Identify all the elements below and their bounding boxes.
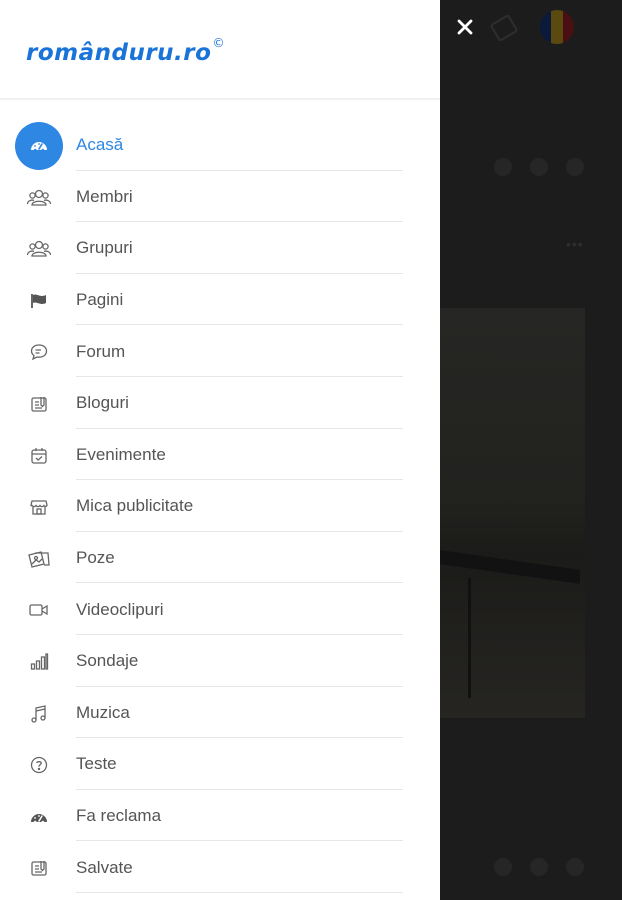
menu-item-forum[interactable]: Forum (0, 325, 440, 377)
video-icon (15, 586, 63, 634)
menu-item-mica-publicitate[interactable]: Mica publicitate (0, 480, 440, 532)
menu-item-label-wrap: Membri (76, 171, 403, 223)
calendar-icon (15, 432, 63, 480)
users-icon (15, 174, 63, 222)
main-menu: Acasă Membri Grupuri Pagini Forum Blogur… (0, 119, 440, 893)
menu-item-sondaje[interactable]: Sondaje (0, 635, 440, 687)
site-logo[interactable]: românduru.ro© (26, 36, 225, 66)
menu-item-label-wrap: Evenimente (76, 429, 403, 481)
menu-item-label-wrap: Mica publicitate (76, 480, 403, 532)
menu-item-label: Bloguri (76, 393, 129, 413)
groups-icon (15, 225, 63, 273)
ads-icon (15, 793, 63, 841)
side-drawer: românduru.ro© Acasă Membri Grupuri Pagin… (0, 0, 440, 900)
menu-item-label-wrap: Forum (76, 325, 403, 377)
menu-item-membri[interactable]: Membri (0, 171, 440, 223)
menu-item-label: Fa reclama (76, 806, 162, 826)
menu-item-label-wrap: Grupuri (76, 222, 403, 274)
menu-item-label: Membri (76, 186, 133, 206)
menu-item-poze[interactable]: Poze (0, 532, 440, 584)
more-icon: ••• (566, 236, 584, 252)
menu-item-label: Grupuri (76, 238, 133, 258)
menu-item-label-wrap: Poze (76, 532, 403, 584)
menu-item-label-wrap: Fa reclama (76, 790, 403, 842)
background-action-icon (530, 858, 548, 876)
menu-item-label-wrap: Pagini (76, 274, 403, 326)
menu-item-label: Evenimente (76, 444, 166, 464)
menu-item-label: Acasă (76, 135, 124, 155)
flag-icon (15, 277, 63, 325)
menu-item-label-wrap: Salvate (76, 841, 403, 893)
dashboard-icon (15, 122, 63, 170)
menu-item-acasa[interactable]: Acasă (0, 119, 440, 171)
background-action-icon (566, 158, 584, 176)
menu-item-label: Pagini (76, 290, 124, 310)
menu-item-fa-reclama[interactable]: Fa reclama (0, 790, 440, 842)
poll-icon (15, 638, 63, 686)
background-photo-detail (468, 578, 471, 698)
menu-item-videoclipuri[interactable]: Videoclipuri (0, 583, 440, 635)
background-photo (440, 308, 585, 718)
menu-item-grupuri[interactable]: Grupuri (0, 222, 440, 274)
menu-item-label: Muzica (76, 702, 130, 722)
photos-icon (15, 535, 63, 583)
menu-item-label-wrap: Acasă (76, 119, 403, 171)
menu-item-label-wrap: Teste (76, 738, 403, 790)
menu-item-label: Salvate (76, 857, 133, 877)
blog-icon (15, 380, 63, 428)
music-icon (15, 690, 63, 738)
menu-item-evenimente[interactable]: Evenimente (0, 429, 440, 481)
logo-text: românduru.ro (26, 40, 212, 66)
menu-item-pagini[interactable]: Pagini (0, 274, 440, 326)
language-flag-icon (540, 10, 574, 44)
menu-item-label: Teste (76, 754, 117, 774)
saved-icon (15, 844, 63, 892)
close-menu-button[interactable] (452, 14, 478, 40)
menu-item-teste[interactable]: Teste (0, 738, 440, 790)
background-action-icon (530, 158, 548, 176)
menu-item-label-wrap: Bloguri (76, 377, 403, 429)
menu-item-label: Forum (76, 341, 126, 361)
menu-item-label: Poze (76, 548, 115, 568)
question-icon (15, 741, 63, 789)
background-action-icon (494, 158, 512, 176)
background-action-icon (494, 858, 512, 876)
background-action-icon (566, 858, 584, 876)
menu-item-label: Mica publicitate (76, 496, 194, 516)
drawer-header: românduru.ro© (0, 0, 440, 100)
menu-item-label-wrap: Sondaje (76, 635, 403, 687)
menu-item-label-wrap: Muzica (76, 687, 403, 739)
logo-copyright: © (212, 36, 225, 50)
menu-item-label-wrap: Videoclipuri (76, 583, 403, 635)
menu-item-muzica[interactable]: Muzica (0, 687, 440, 739)
menu-item-label: Sondaje (76, 651, 139, 671)
menu-item-salvate[interactable]: Salvate (0, 841, 440, 893)
menu-item-bloguri[interactable]: Bloguri (0, 377, 440, 429)
close-icon (457, 19, 473, 35)
menu-item-label: Videoclipuri (76, 599, 164, 619)
store-icon (15, 483, 63, 531)
chat-icon (15, 328, 63, 376)
